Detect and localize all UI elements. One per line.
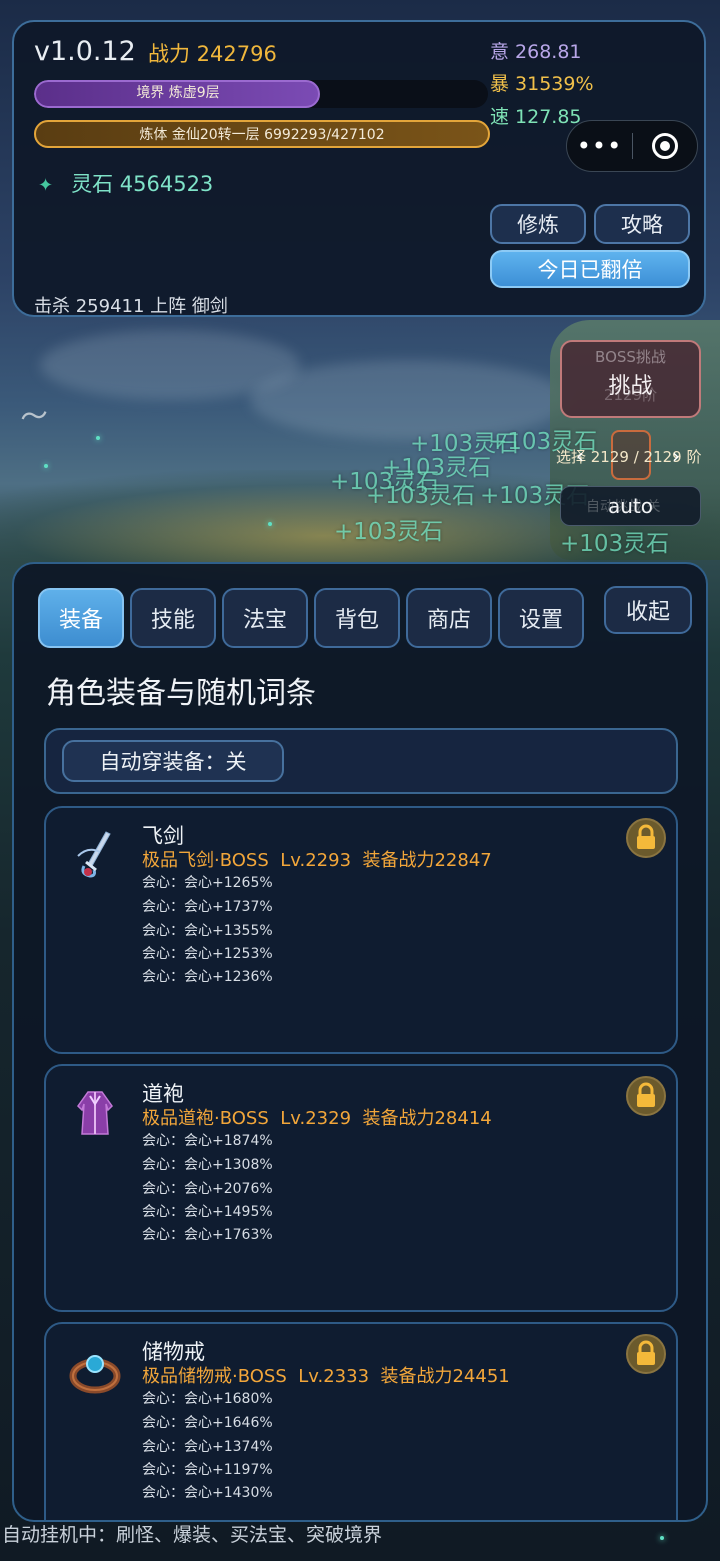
realm-label: 境界 炼虚9层 <box>136 85 220 101</box>
floating-reward: +103灵石 <box>366 483 476 509</box>
item-affix: 会心：会心+1737% <box>142 899 273 915</box>
boss-challenge-button[interactable]: BOSS挑战 2129阶 挑战 <box>560 340 701 418</box>
next-stage-icon[interactable]: › <box>672 444 680 468</box>
spirit-stone-value: 灵石 4564523 <box>71 172 214 196</box>
combat-power: 战力 242796 <box>148 42 277 66</box>
tab-bag[interactable]: 背包 <box>314 588 400 648</box>
item-affix: 会心：会心+1308% <box>142 1157 273 1173</box>
sparkle <box>96 436 100 440</box>
miniprogram-capsule: ••• <box>566 120 698 172</box>
guide-button[interactable]: 攻略 <box>594 204 690 244</box>
item-affix: 会心：会心+1763% <box>142 1227 273 1243</box>
tab-treasure[interactable]: 法宝 <box>222 588 308 648</box>
sparkle <box>44 464 48 468</box>
lock-icon[interactable] <box>626 1076 666 1116</box>
realm-progress-bar: 境界 炼虚9层 <box>34 80 488 108</box>
item-affix: 会心：会心+1265% <box>142 875 273 891</box>
cultivate-button[interactable]: 修炼 <box>490 204 586 244</box>
stat-crit: 暴 31539% <box>490 73 594 95</box>
stat-intent: 意 268.81 <box>490 41 582 63</box>
sparkle <box>268 522 272 526</box>
flying-sword-icon <box>66 826 124 884</box>
item-affix: 会心：会心+1430% <box>142 1485 273 1501</box>
tab-skills[interactable]: 技能 <box>130 588 216 648</box>
item-quality: 极品飞剑·BOSS Lv.2293 装备战力22847 <box>142 850 492 871</box>
item-affix: 会心：会心+1646% <box>142 1415 273 1431</box>
tab-equipment[interactable]: 装备 <box>38 588 124 648</box>
auto-idle-status: 自动挂机中：刷怪、爆装、买法宝、突破境界 <box>2 1524 383 1546</box>
lock-icon[interactable] <box>626 818 666 858</box>
stat-speed: 速 127.85 <box>490 106 582 128</box>
prev-stage-icon[interactable]: ‹ <box>576 444 584 468</box>
auto-wear-toggle[interactable]: 自动穿装备：关 <box>62 740 284 782</box>
auto-ghost-label: 自动挑战 关 <box>586 499 661 515</box>
tab-settings[interactable]: 设置 <box>498 588 584 648</box>
item-affix: 会心：会心+1253% <box>142 946 273 962</box>
floating-reward: +103灵石 <box>334 519 444 545</box>
daily-double-button[interactable]: 今日已翻倍 <box>490 250 690 288</box>
spirit-stone-counter: ✦ 灵石 4564523 <box>38 168 213 198</box>
item-quality: 极品储物戒·BOSS Lv.2333 装备战力24451 <box>142 1366 510 1387</box>
item-affix: 会心：会心+1236% <box>142 969 273 985</box>
body-label: 炼体 金仙20转一层 6992293/427102 <box>139 127 385 143</box>
item-affix: 会心：会心+1495% <box>142 1204 273 1220</box>
equipment-card[interactable]: 飞剑 极品飞剑·BOSS Lv.2293 装备战力22847 会心：会心+126… <box>44 806 678 1054</box>
kill-counter: 击杀 259411 上阵 御剑 <box>34 296 228 317</box>
crane-icon: 〜 <box>17 397 51 436</box>
version-label: v1.0.12 <box>34 36 136 67</box>
item-affix: 会心：会心+2076% <box>142 1181 273 1197</box>
robe-icon <box>66 1084 124 1142</box>
equipment-card[interactable]: 道袍 极品道袍·BOSS Lv.2329 装备战力28414 会心：会心+187… <box>44 1064 678 1312</box>
lock-icon[interactable] <box>626 1334 666 1374</box>
sparkle <box>660 1536 664 1540</box>
spirit-stone-icon: ✦ <box>38 175 54 196</box>
item-affix: 会心：会心+1874% <box>142 1133 273 1149</box>
collapse-button[interactable]: 收起 <box>604 586 692 634</box>
boss-challenge-label: 挑战 <box>608 374 653 399</box>
item-affix: 会心：会心+1680% <box>142 1391 273 1407</box>
item-affix: 会心：会心+1374% <box>142 1439 273 1455</box>
close-miniprogram-button[interactable] <box>633 133 697 159</box>
tab-shop[interactable]: 商店 <box>406 588 492 648</box>
target-icon <box>652 133 678 159</box>
ring-icon <box>66 1342 124 1400</box>
auto-wear-row: 自动穿装备：关 <box>44 728 678 794</box>
item-quality: 极品道袍·BOSS Lv.2329 装备战力28414 <box>142 1108 492 1129</box>
floating-reward: +103灵石 <box>560 531 670 557</box>
body-progress-bar: 炼体 金仙20转一层 6992293/427102 <box>34 120 490 148</box>
equipment-card[interactable]: 储物戒 极品储物戒·BOSS Lv.2333 装备战力24451 会心：会心+1… <box>44 1322 678 1520</box>
item-affix: 会心：会心+1197% <box>142 1462 273 1478</box>
section-title: 角色装备与随机词条 <box>46 676 316 711</box>
equipment-panel: 装备 技能 法宝 背包 商店 设置 收起 角色装备与随机词条 自动穿装备：关 飞… <box>12 562 708 1522</box>
stage-selector: 选择 2129 / 2129 阶 ‹ › <box>556 430 706 480</box>
boss-ghost-label: BOSS挑战 <box>595 348 666 366</box>
item-affix: 会心：会心+1355% <box>142 923 273 939</box>
more-menu-icon[interactable]: ••• <box>567 132 632 160</box>
